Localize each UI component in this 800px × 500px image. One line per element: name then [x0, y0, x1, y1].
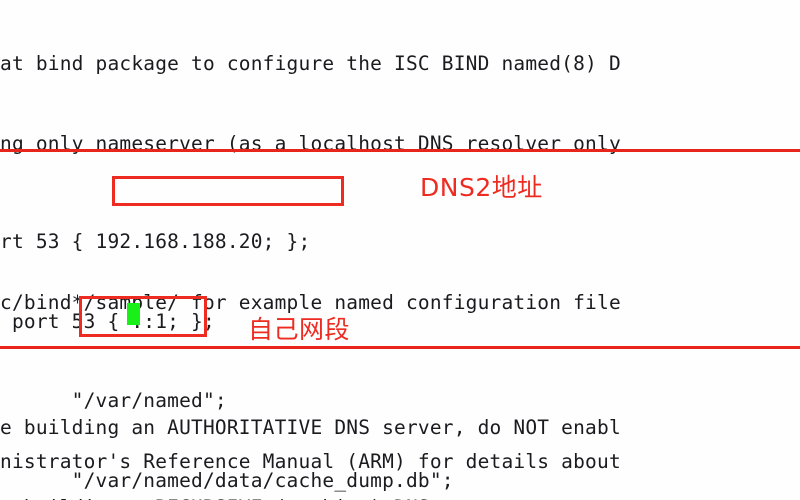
comment-line: e building an AUTHORITATIVE DNS server, …	[0, 416, 621, 439]
screenshot-root: at bind package to configure the ISC BIN…	[0, 0, 800, 500]
config-line-listen-on[interactable]: rt 53 { 192.168.188.20; };	[0, 229, 800, 256]
comment-line: e building a RECURSIVE (caching) DNS ser…	[0, 495, 800, 500]
annotation-box-allow-query	[79, 296, 207, 337]
bottom-comment-block: e building an AUTHORITATIVE DNS server, …	[0, 362, 800, 500]
comment-line: ng only nameserver (as a localhost DNS r…	[0, 131, 621, 155]
divider-line-bottom	[0, 346, 800, 349]
divider-line-top	[0, 149, 800, 152]
comment-line: at bind package to configure the ISC BIN…	[0, 52, 621, 75]
annotation-label-own-segment: 自己网段	[248, 315, 351, 344]
annotation-label-dns2-address: DNS2地址	[420, 173, 543, 202]
annotation-box-dns2-address	[112, 176, 344, 206]
